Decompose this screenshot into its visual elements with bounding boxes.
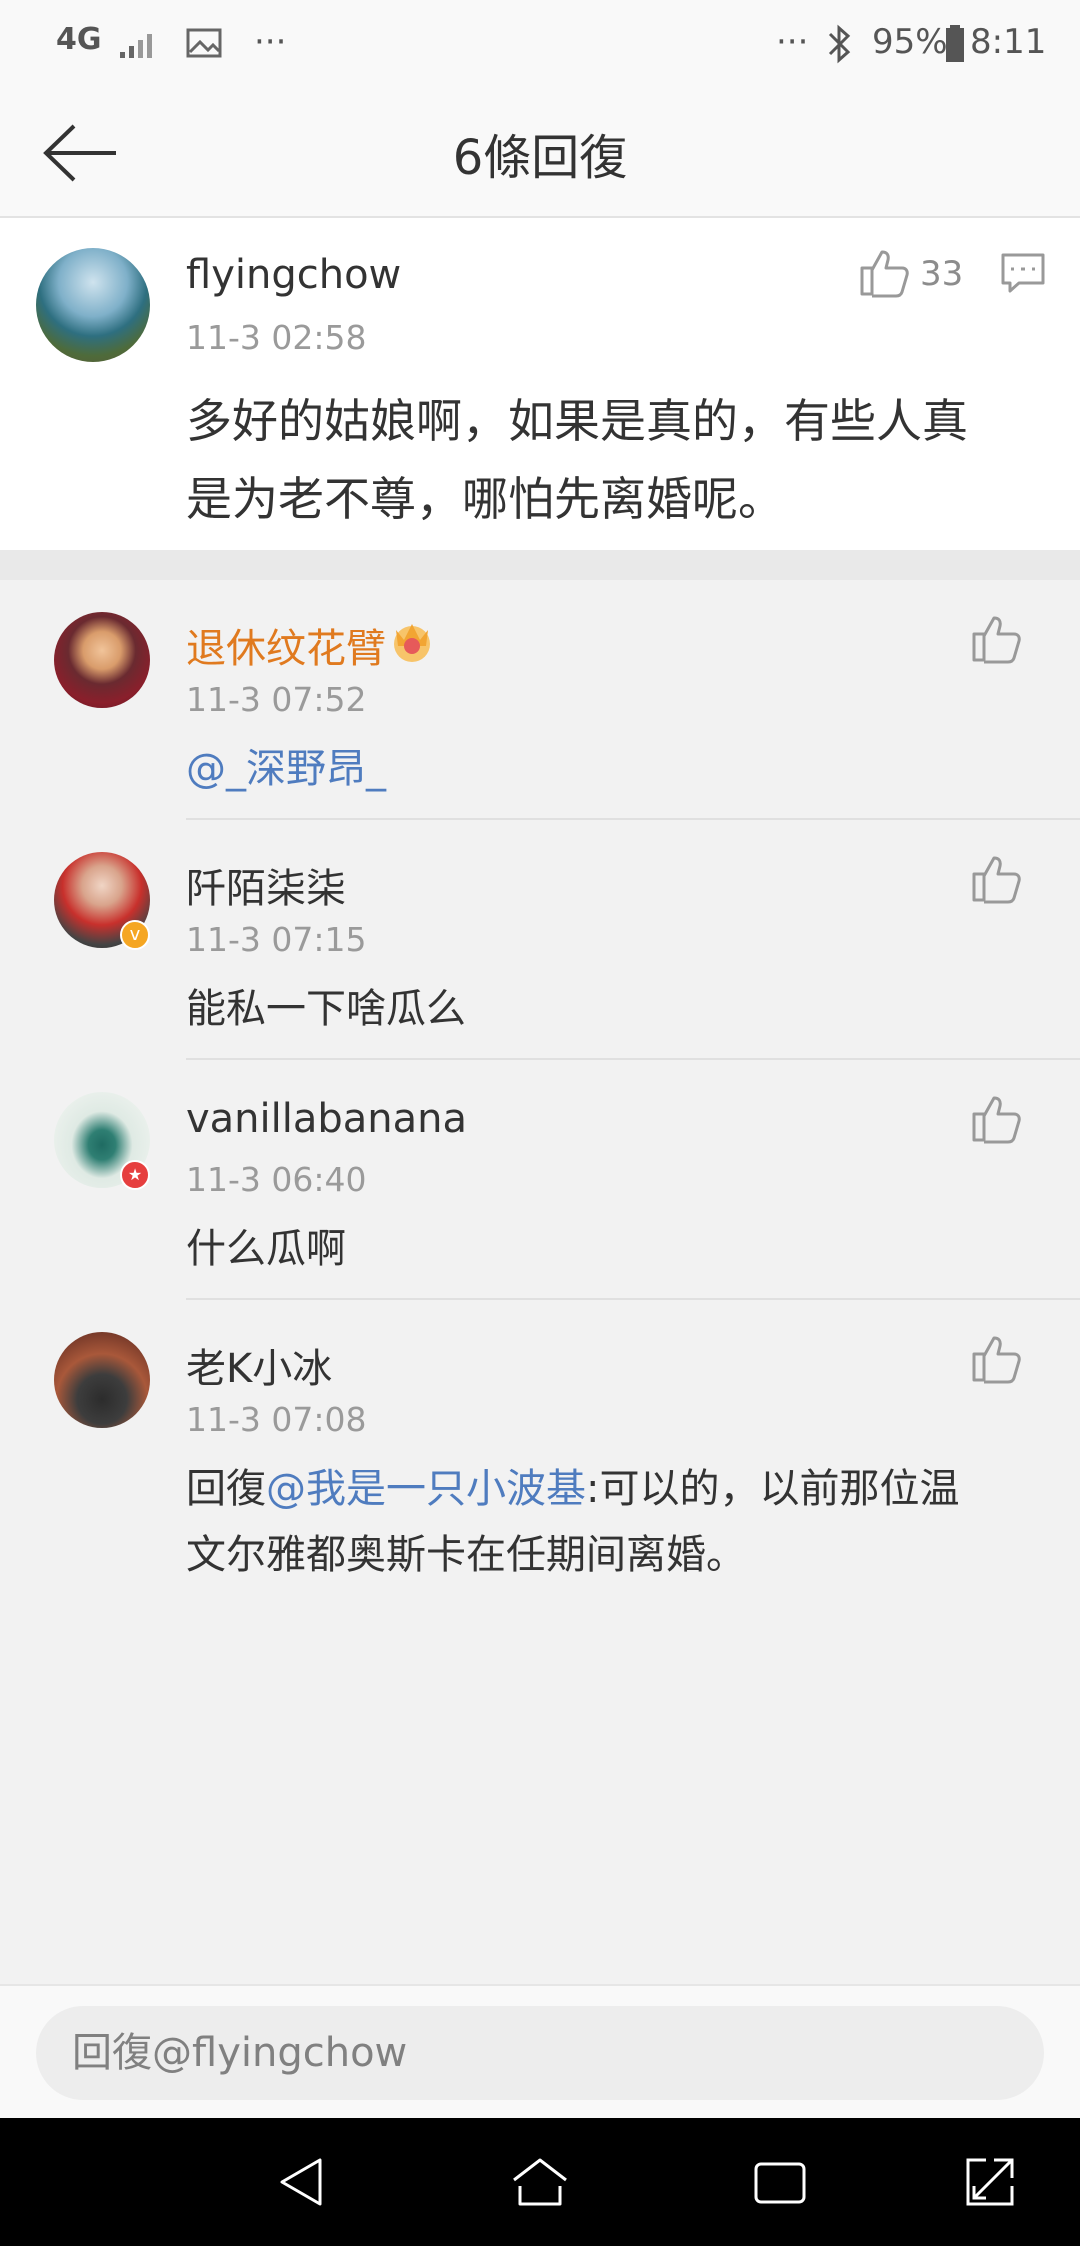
comment-icon[interactable] [1000,252,1046,294]
reply-text-line1: 回復@我是一只小波基:可以的，以前那位温 [186,1456,959,1522]
nav-back-icon[interactable] [272,2152,332,2212]
reply-text: 能私一下啥瓜么 [186,986,466,1032]
reply-time: 11-3 07:08 [186,1400,367,1439]
status-bar: 4G ··· ··· 95% 8:11 [0,0,1080,88]
section-divider [0,550,1080,580]
like-icon[interactable] [968,850,1024,906]
reply-mention-link[interactable]: @我是一只小波基 [266,1466,586,1512]
comment-time: 11-3 02:58 [186,318,367,357]
battery-percent: 95% [872,22,948,62]
avatar[interactable] [36,248,150,362]
reply-prefix: 回復 [186,1466,266,1512]
comment-text-line2: 是为老不尊，哪怕先离婚呢。 [186,472,784,526]
like-icon[interactable] [968,610,1024,666]
nav-expand-icon[interactable] [960,2152,1020,2212]
main-comment: flyingchow 11-3 02:58 33 多好的姑娘啊，如果是真的，有些… [0,218,1080,550]
reply-text: 什么瓜啊 [186,1226,346,1272]
avatar[interactable] [54,1332,150,1428]
nav-home-icon[interactable] [510,2152,570,2212]
reply-input[interactable] [36,2006,1044,2100]
avatar[interactable] [54,612,150,708]
reply-time: 11-3 07:15 [186,920,367,959]
bluetooth-icon [828,24,851,64]
reply-item[interactable]: v 阡陌柒柒 11-3 07:15 能私一下啥瓜么 [0,820,1080,1058]
like-icon[interactable] [968,1090,1024,1146]
reply-item[interactable]: ★ vanillabanana 11-3 06:40 什么瓜啊 [0,1060,1080,1298]
signal-icon [120,34,152,58]
network-type: 4G [56,22,102,57]
reply-mention-link[interactable]: @_深野昂_ [186,736,386,802]
reply-username[interactable]: 退休纹花臂 [186,616,386,674]
more-icon: ··· [776,22,809,62]
reply-item[interactable]: 退休纹花臂 11-3 07:52 @_深野昂_ [0,580,1080,818]
clock: 8:11 [970,22,1047,62]
reply-item[interactable]: 老K小冰 11-3 07:08 回復@我是一只小波基:可以的，以前那位温 文尔雅… [0,1300,1080,1600]
reply-username[interactable]: 老K小冰 [186,1336,332,1394]
page-title: 6條回復 [452,130,628,186]
star-badge-icon: ★ [120,1160,150,1190]
reply-input-bar [0,1984,1080,2120]
nav-recents-icon[interactable] [750,2152,810,2212]
reply-text-part: :可以的，以前那位温 [586,1466,960,1512]
comment-text-line1: 多好的姑娘啊，如果是真的，有些人真 [186,394,968,448]
more-icon: ··· [254,22,287,62]
battery-icon [946,25,964,62]
reply-time: 11-3 07:52 [186,680,367,719]
like-icon[interactable] [856,244,912,300]
reply-time: 11-3 06:40 [186,1160,367,1199]
crown-vip-icon [394,624,430,662]
like-count: 33 [920,254,964,294]
gallery-icon [186,28,222,58]
navigation-bar [0,2118,1080,2246]
reply-text-line2: 文尔雅都奥斯卡在任期间离婚。 [186,1532,746,1578]
reply-username[interactable]: vanillabanana [186,1096,467,1142]
like-icon[interactable] [968,1330,1024,1386]
verified-badge-icon: v [120,920,150,950]
comment-username[interactable]: flyingchow [186,252,401,298]
reply-username[interactable]: 阡陌柒柒 [186,856,346,914]
header: 6條回復 [0,88,1080,218]
